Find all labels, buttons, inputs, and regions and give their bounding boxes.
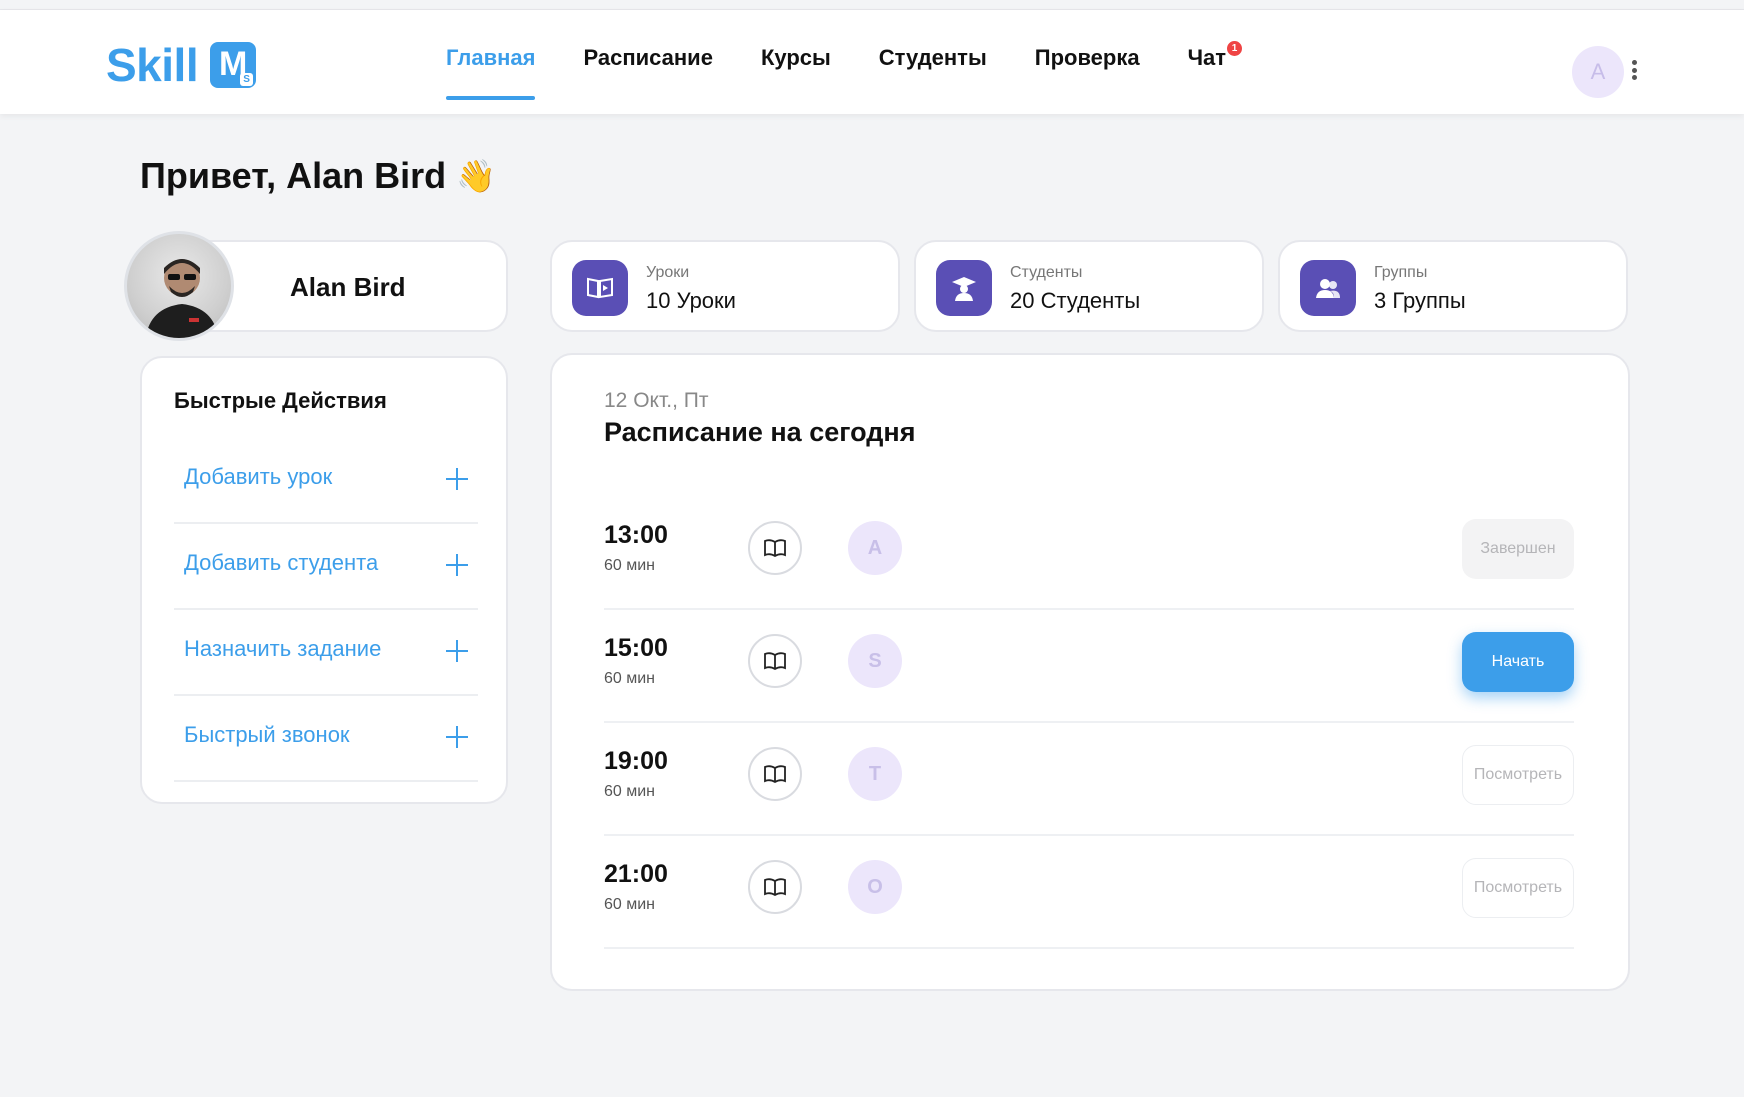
quick-action-add-lesson[interactable]: Добавить урок [174,438,478,524]
lesson-time: 13:00 [604,521,668,549]
page-greeting: Привет, Alan Bird 👋 [140,155,496,197]
lessons-book-icon [572,260,628,316]
stat-card-groups[interactable]: Группы 3 Группы [1278,240,1628,332]
logo-mark-sub: S [240,73,254,86]
waving-hand-icon: 👋 [456,158,496,194]
nav-item-home[interactable]: Главная [446,40,536,100]
lesson-duration: 60 мин [604,783,656,800]
schedule-date: 12 Окт., Пт [604,389,709,412]
lesson-time: 19:00 [604,747,668,775]
stat-card-students[interactable]: Студенты 20 Студенты [914,240,1264,332]
stat-label: Группы [1374,264,1428,281]
start-lesson-button[interactable]: Начать [1462,632,1574,692]
schedule-row: 19:00 60 мин T Посмотреть [604,723,1574,836]
student-avatar[interactable]: T [848,747,902,801]
plus-icon [446,726,468,748]
logo-text: Skill [106,39,199,91]
lesson-status-completed-button[interactable]: Завершен [1462,519,1574,579]
open-book-icon[interactable] [748,521,802,575]
schedule-title: Расписание на сегодня [604,417,916,447]
nav-item-chat[interactable]: Чат 1 [1187,40,1243,100]
nav-item-courses[interactable]: Курсы [761,40,831,100]
chat-notification-badge: 1 [1227,41,1243,56]
profile-photo[interactable] [124,231,234,341]
logo[interactable]: Skill M S [106,38,257,92]
schedule-row: 13:00 60 мин A Завершен [604,497,1574,610]
nav-item-students[interactable]: Студенты [879,40,987,100]
quick-action-label: Добавить студента [184,550,379,575]
view-lesson-button[interactable]: Посмотреть [1462,745,1574,805]
greeting-text: Привет, Alan Bird [140,155,447,196]
view-lesson-button[interactable]: Посмотреть [1462,858,1574,918]
open-book-icon[interactable] [748,860,802,914]
top-strip [0,0,1744,10]
student-avatar[interactable]: A [848,521,902,575]
quick-action-label: Быстрый звонок [184,722,350,747]
quick-action-quick-call[interactable]: Быстрый звонок [174,696,478,782]
main-nav: Главная Расписание Курсы Студенты Провер… [446,40,1274,100]
stat-label: Студенты [1010,264,1083,281]
lesson-time: 21:00 [604,860,668,888]
lesson-duration: 60 мин [604,670,656,687]
stat-card-lessons[interactable]: Уроки 10 Уроки [550,240,900,332]
logo-mark: M S [210,42,257,88]
graduate-icon [936,260,992,316]
nav-item-schedule[interactable]: Расписание [583,40,712,100]
stat-value: 20 Студенты [1010,288,1141,313]
plus-icon [446,640,468,662]
stat-value: 10 Уроки [646,288,736,313]
more-menu-icon[interactable] [1628,60,1640,80]
quick-action-add-student[interactable]: Добавить студента [174,524,478,610]
nav-item-chat-label: Чат [1187,45,1227,70]
today-schedule-card: 12 Окт., Пт Расписание на сегодня 13:00 … [550,353,1630,991]
nav-item-review[interactable]: Проверка [1035,40,1140,100]
schedule-row: 15:00 60 мин S Начать [604,610,1574,723]
quick-action-label: Назначить задание [184,636,382,661]
stat-value: 3 Группы [1374,288,1466,313]
plus-icon [446,554,468,576]
profile-name: Alan Bird [290,272,406,302]
student-avatar[interactable]: O [848,860,902,914]
open-book-icon[interactable] [748,747,802,801]
quick-action-label: Добавить урок [184,464,333,489]
schedule-row: 21:00 60 мин O Посмотреть [604,836,1574,949]
stat-label: Уроки [646,264,690,281]
user-avatar[interactable]: A [1572,46,1624,98]
student-avatar[interactable]: S [848,634,902,688]
group-users-icon [1300,260,1356,316]
lesson-duration: 60 мин [604,896,656,913]
top-navbar: Skill M S Главная Расписание Курсы Студе… [0,10,1744,114]
lesson-time: 15:00 [604,634,668,662]
open-book-icon[interactable] [748,634,802,688]
quick-actions-title: Быстрые Действия [174,388,387,413]
quick-action-assign-task[interactable]: Назначить задание [174,610,478,696]
plus-icon [446,468,468,490]
quick-actions-card: Быстрые Действия Добавить урок Добавить … [140,356,508,804]
lesson-duration: 60 мин [604,557,656,574]
